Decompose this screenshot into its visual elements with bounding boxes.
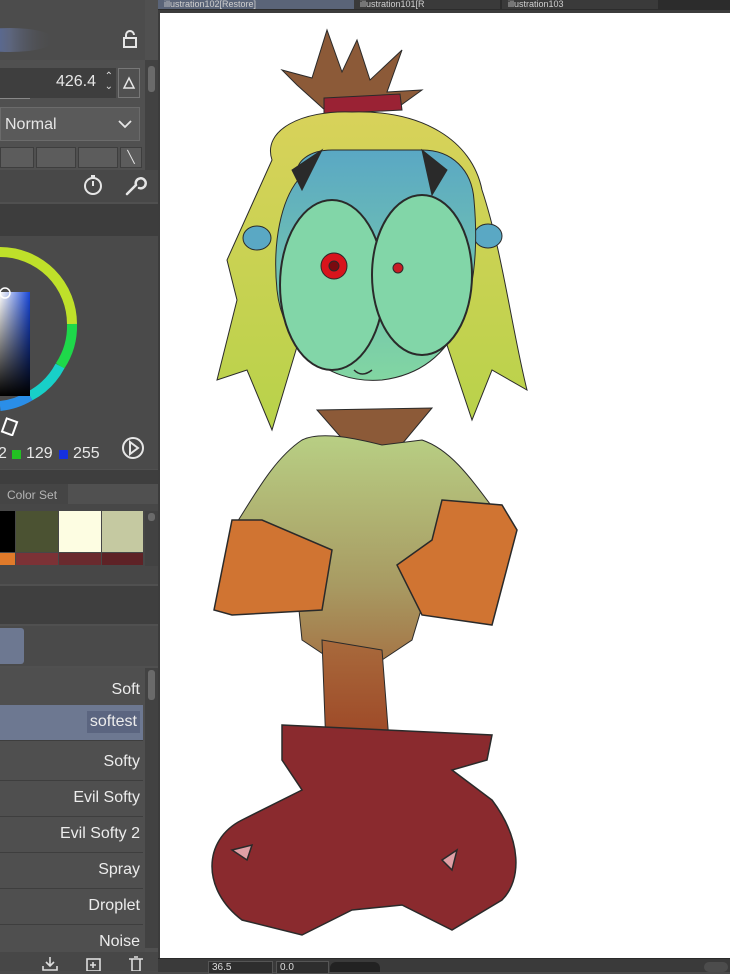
- brush-name: Spray: [98, 861, 140, 878]
- status-bar: 36.5 0.0: [158, 958, 730, 974]
- zoom-value: 36.5: [212, 962, 232, 973]
- brush-name: Evil Softy 2: [59, 825, 140, 842]
- play-icon[interactable]: [121, 436, 145, 460]
- list-item[interactable]: Evil Softy 2: [0, 817, 143, 853]
- tool-button[interactable]: [36, 147, 76, 168]
- green-swatch-icon: [12, 450, 21, 459]
- character-illustration: [211, 28, 528, 936]
- triangle-icon: [122, 76, 136, 89]
- blue-swatch-icon: [59, 450, 68, 459]
- color-wheel[interactable]: [0, 236, 158, 436]
- angle-field[interactable]: 0.0: [276, 961, 329, 974]
- color-swatch[interactable]: [0, 553, 15, 565]
- duplicate-icon[interactable]: [84, 956, 104, 971]
- brush-list: Soft softest Softy Evil Softy Evil Softy…: [0, 668, 145, 971]
- rgb-readout: 2 129 255: [0, 444, 120, 464]
- tab-color-set[interactable]: Color Set: [0, 484, 68, 504]
- brush-panel-footer: [0, 952, 158, 971]
- document-tabs: illustration102[Restore] illustration101…: [158, 0, 730, 10]
- scrollbar-right[interactable]: [145, 60, 158, 170]
- chevron-down-icon: [118, 120, 132, 129]
- stopwatch-icon[interactable]: [82, 174, 104, 196]
- blend-mode-label: Normal: [5, 116, 57, 133]
- canvas-area: illustration102[Restore] illustration101…: [158, 0, 730, 974]
- tab-color-set-label: Color Set: [7, 488, 58, 502]
- tool-button[interactable]: [78, 147, 118, 168]
- color-swatch[interactable]: [16, 511, 58, 552]
- blue-value: 255: [73, 445, 100, 462]
- lock-icon[interactable]: [121, 30, 139, 48]
- tool-buttons-row: ╲: [0, 147, 145, 168]
- brush-name: Evil Softy: [73, 789, 140, 806]
- color-swatch[interactable]: [59, 553, 101, 565]
- list-item[interactable]: Softy: [0, 745, 143, 781]
- brush-list-scrollbar[interactable]: [145, 668, 158, 948]
- brush-name: Noise: [99, 933, 140, 950]
- brush-name: Softy: [103, 753, 140, 770]
- crown: [280, 28, 424, 115]
- property-toolbar: [0, 170, 158, 202]
- brush-name: softest: [86, 711, 140, 733]
- list-item[interactable]: Droplet: [0, 889, 143, 925]
- brush-group-tab[interactable]: [0, 628, 24, 664]
- tab-document[interactable]: illustration102[Restore]: [158, 0, 354, 9]
- list-item[interactable]: softest: [0, 705, 143, 741]
- tab-document[interactable]: illustration101[R: [354, 0, 500, 9]
- left-panel: 426.4 ⌃ ⌄ Normal ╲ 2 129 255 Color Set S…: [0, 0, 158, 971]
- list-item[interactable]: Spray: [0, 853, 143, 889]
- opacity-slider-track[interactable]: [0, 94, 30, 99]
- wrench-icon[interactable]: [123, 174, 147, 198]
- boots: [211, 724, 517, 936]
- panel-divider: [0, 586, 158, 624]
- tab-label: illustration101[R: [360, 0, 425, 9]
- list-item[interactable]: Evil Softy: [0, 781, 143, 817]
- blend-mode-select[interactable]: Normal: [0, 107, 140, 141]
- tool-button[interactable]: [0, 147, 34, 168]
- color-set-scrollbar[interactable]: [145, 511, 158, 566]
- red-value: 2: [0, 445, 7, 462]
- color-swatch[interactable]: [0, 511, 15, 552]
- color-swatch[interactable]: [16, 553, 58, 565]
- trash-icon[interactable]: [126, 956, 146, 971]
- panel-divider: [0, 204, 158, 236]
- opacity-value: 426.4: [55, 73, 96, 90]
- expand-button[interactable]: ╲: [120, 147, 142, 168]
- brush-name: Droplet: [88, 897, 140, 914]
- drawing-canvas[interactable]: [160, 13, 730, 958]
- angle-value: 0.0: [280, 962, 294, 973]
- tab-label: illustration102[Restore]: [164, 0, 257, 9]
- import-icon[interactable]: [40, 956, 60, 971]
- color-swatch[interactable]: [59, 511, 101, 552]
- color-swatch[interactable]: [102, 511, 143, 552]
- green-value: 129: [26, 445, 53, 462]
- hue-handle: [0, 417, 19, 436]
- zoom-field[interactable]: 36.5: [208, 961, 273, 974]
- brush-name: Soft: [111, 681, 140, 698]
- spinner-icon[interactable]: ⌃ ⌄: [105, 72, 113, 92]
- panel-gap: [0, 470, 158, 484]
- tab-label: illustration103: [508, 0, 564, 9]
- list-item[interactable]: Soft: [0, 673, 143, 709]
- color-wheel-panel: 2 129 255: [0, 236, 158, 469]
- triangle-button[interactable]: [118, 68, 140, 98]
- color-swatch[interactable]: [102, 553, 143, 565]
- tab-document[interactable]: illustration103: [502, 0, 658, 9]
